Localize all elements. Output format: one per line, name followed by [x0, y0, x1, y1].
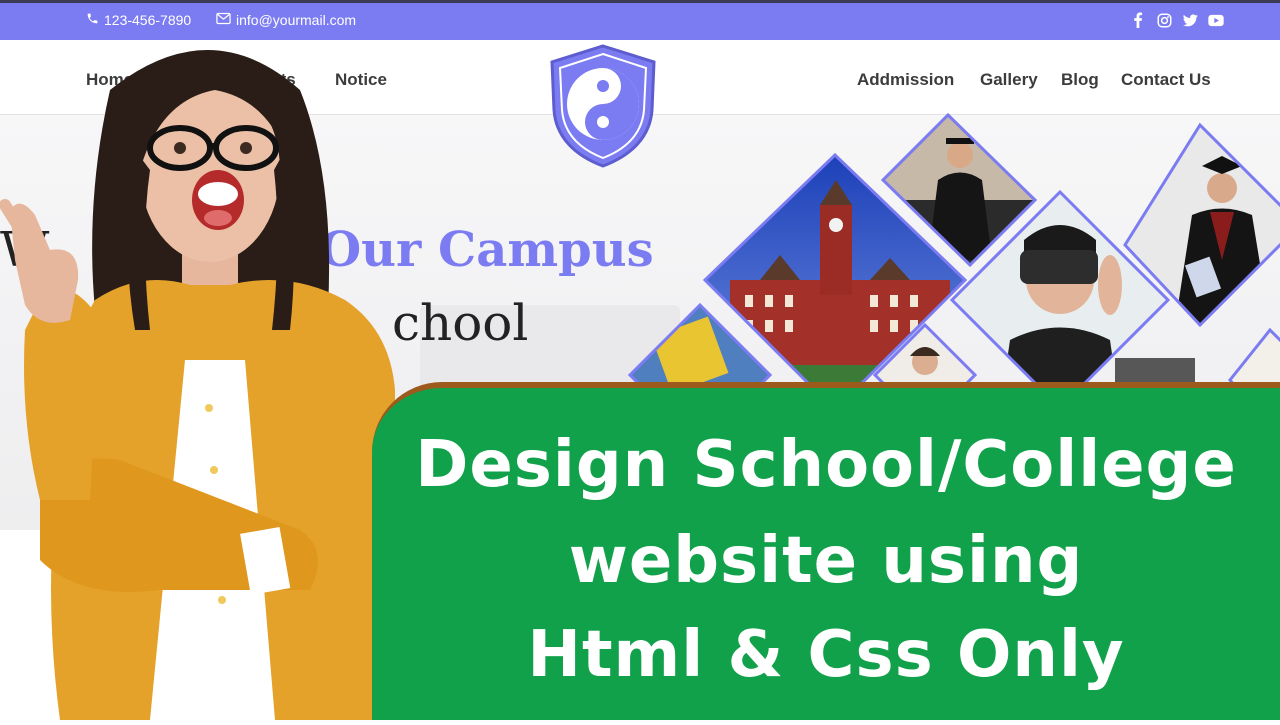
email-address: info@yourmail.com — [236, 12, 357, 28]
phone-icon — [86, 12, 99, 28]
twitter-icon[interactable] — [1182, 12, 1198, 28]
excited-woman-image — [0, 30, 420, 720]
banner-line-3: Html & Css Only — [527, 618, 1125, 692]
video-title-banner: Design School/College website using Html… — [372, 382, 1280, 720]
nav-blog[interactable]: Blog — [1061, 70, 1099, 90]
banner-line-2: website using — [568, 524, 1084, 598]
nav-admission[interactable]: Addmission — [857, 70, 954, 90]
envelope-icon — [216, 12, 231, 28]
facebook-icon[interactable] — [1130, 12, 1146, 28]
partial-photo-fragment — [1228, 327, 1280, 433]
photo-collage — [620, 110, 1280, 448]
phone-number: 123-456-7890 — [104, 12, 192, 28]
phone-contact[interactable]: 123-456-7890 — [86, 12, 191, 28]
banner-line-1: Design School/College — [415, 428, 1237, 502]
instagram-icon[interactable] — [1156, 12, 1172, 28]
youtube-icon[interactable] — [1208, 12, 1224, 28]
social-links — [1130, 12, 1224, 28]
nav-contact-us[interactable]: Contact Us — [1121, 70, 1211, 90]
nav-gallery[interactable]: Gallery — [980, 70, 1038, 90]
email-contact[interactable]: info@yourmail.com — [216, 12, 356, 28]
